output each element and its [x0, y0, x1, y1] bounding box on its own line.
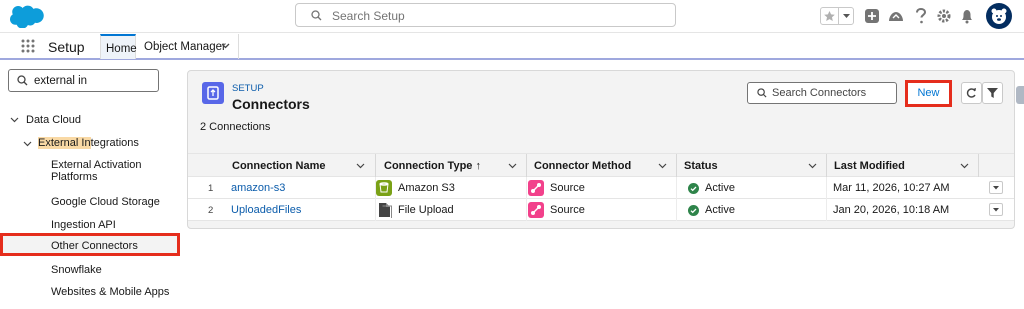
connection-name-link[interactable]: amazon-s3: [231, 182, 285, 194]
cell-divider: [375, 199, 376, 221]
row-actions-button[interactable]: [989, 181, 1003, 194]
tree-item-snowflake[interactable]: Snowflake: [51, 264, 102, 276]
status-badge: Active: [705, 182, 735, 194]
connections-table: Connection Name Connection Type ↑ Connec…: [188, 153, 1014, 221]
refresh-icon: [966, 88, 976, 98]
quick-find-input[interactable]: external in: [8, 69, 159, 92]
chevron-down-icon[interactable]: [10, 117, 19, 123]
chevron-down-icon[interactable]: [960, 163, 969, 169]
search-icon: [17, 75, 28, 86]
connector-method: Source: [550, 182, 585, 194]
app-launcher-icon[interactable]: [21, 39, 35, 53]
connection-name-link[interactable]: UploadedFiles: [231, 204, 301, 216]
connectors-list-card: SETUP Connectors 2 Connections Search Co…: [187, 70, 1015, 229]
cell-divider: [526, 177, 527, 199]
chevron-down-icon[interactable]: [508, 163, 517, 169]
check-circle-icon: [688, 183, 699, 194]
user-avatar[interactable]: [986, 3, 1012, 29]
utility-panel-toggle[interactable]: [1016, 86, 1024, 104]
chevron-down-icon: [993, 186, 999, 190]
row-number: 2: [208, 205, 214, 216]
tree-item-label: External Activation: [51, 159, 142, 171]
connection-type: File Upload: [398, 204, 454, 216]
column-header-status[interactable]: Status: [676, 154, 826, 177]
table-row: 2 UploadedFiles File Upload Source Activ…: [188, 199, 1014, 221]
connector-method: Source: [550, 204, 585, 216]
refresh-button[interactable]: [961, 82, 982, 104]
help-icon[interactable]: [914, 6, 928, 26]
app-name: Setup: [48, 39, 85, 55]
connection-type: Amazon S3: [398, 182, 455, 194]
favorites-dropdown-icon[interactable]: [838, 8, 853, 24]
filter-button[interactable]: [982, 82, 1003, 104]
tab-object-manager-label: Object Manager: [144, 41, 226, 53]
tree-item-ingestion-api[interactable]: Ingestion API: [51, 219, 116, 231]
column-header-connector-method[interactable]: Connector Method: [526, 154, 676, 177]
tab-home[interactable]: Home: [100, 34, 137, 59]
salesforce-cloud-logo[interactable]: [10, 4, 44, 28]
notifications-bell-icon[interactable]: [960, 6, 974, 26]
cell-divider: [676, 199, 677, 221]
quick-find-value: external in: [34, 75, 88, 87]
column-header-connection-name[interactable]: Connection Name: [224, 154, 374, 177]
row-actions-button[interactable]: [989, 203, 1003, 216]
chevron-down-icon[interactable]: [23, 141, 32, 147]
source-method-icon: [528, 202, 544, 218]
breadcrumb[interactable]: SETUP: [232, 83, 264, 94]
search-match-highlight: External In: [38, 137, 91, 149]
connector-app-icon: [202, 82, 224, 104]
filter-icon: [987, 88, 998, 98]
row-number: 1: [208, 183, 214, 194]
trailhead-icon[interactable]: [887, 6, 905, 26]
cell-divider: [676, 177, 677, 199]
check-circle-icon: [688, 205, 699, 216]
tree-item-external-activation-platforms[interactable]: External Activation Platforms: [51, 159, 142, 183]
global-header: Search Setup: [0, 0, 1024, 33]
cell-divider: [826, 177, 827, 199]
search-connectors-placeholder: Search Connectors: [772, 87, 867, 99]
chevron-down-icon[interactable]: [658, 163, 667, 169]
page-title: Connectors: [232, 96, 310, 112]
tree-item-label: Platforms: [51, 171, 98, 183]
table-row: 1 amazon-s3 Amazon S3 Source Active Mar …: [188, 177, 1014, 199]
global-search-placeholder: Search Setup: [332, 9, 405, 23]
global-actions-plus-icon[interactable]: [864, 6, 880, 26]
chevron-down-icon: [993, 208, 999, 212]
tree-node-rest: tegrations: [90, 137, 139, 149]
global-search-input[interactable]: Search Setup: [295, 3, 676, 27]
cell-divider: [826, 199, 827, 221]
setup-sidebar: external in Data Cloud External Integrat…: [0, 62, 184, 309]
column-header-connection-type[interactable]: Connection Type ↑: [376, 154, 526, 177]
tree-node-data-cloud[interactable]: Data Cloud: [26, 114, 81, 126]
tab-home-label: Home: [106, 43, 137, 55]
column-header-last-modified[interactable]: Last Modified: [826, 154, 976, 177]
setup-gear-icon[interactable]: [936, 6, 952, 26]
chevron-down-icon[interactable]: [808, 163, 817, 169]
record-count: 2 Connections: [200, 121, 271, 133]
tree-item-websites-mobile-apps[interactable]: Websites & Mobile Apps: [51, 286, 169, 298]
chevron-down-icon[interactable]: [221, 43, 230, 49]
search-icon: [311, 10, 322, 21]
last-modified: Mar 11, 2026, 10:27 AM: [833, 182, 950, 194]
column-divider[interactable]: [978, 154, 979, 177]
tree-item-label: Other Connectors: [51, 240, 138, 252]
tab-object-manager[interactable]: Object Manager: [139, 34, 239, 59]
tree-item-other-connectors[interactable]: Other Connectors: [0, 233, 180, 256]
new-connector-button[interactable]: New: [905, 80, 952, 107]
source-method-icon: [528, 180, 544, 196]
amazon-s3-icon: [376, 180, 392, 196]
app-navigation-bar: Setup Home Object Manager: [0, 33, 1024, 60]
main-content: SETUP Connectors 2 Connections Search Co…: [184, 62, 1024, 309]
file-upload-icon: [379, 203, 392, 218]
favorites-star-icon: [824, 11, 835, 21]
chevron-down-icon[interactable]: [356, 163, 365, 169]
search-icon: [757, 88, 767, 98]
favorites-button[interactable]: [820, 7, 854, 25]
search-connectors-input[interactable]: Search Connectors: [747, 82, 897, 104]
tree-node-external-integrations[interactable]: External Integrations: [38, 137, 139, 149]
cell-divider: [526, 199, 527, 221]
last-modified: Jan 20, 2026, 10:18 AM: [833, 204, 950, 216]
tree-item-google-cloud-storage[interactable]: Google Cloud Storage: [51, 196, 160, 208]
status-badge: Active: [705, 204, 735, 216]
